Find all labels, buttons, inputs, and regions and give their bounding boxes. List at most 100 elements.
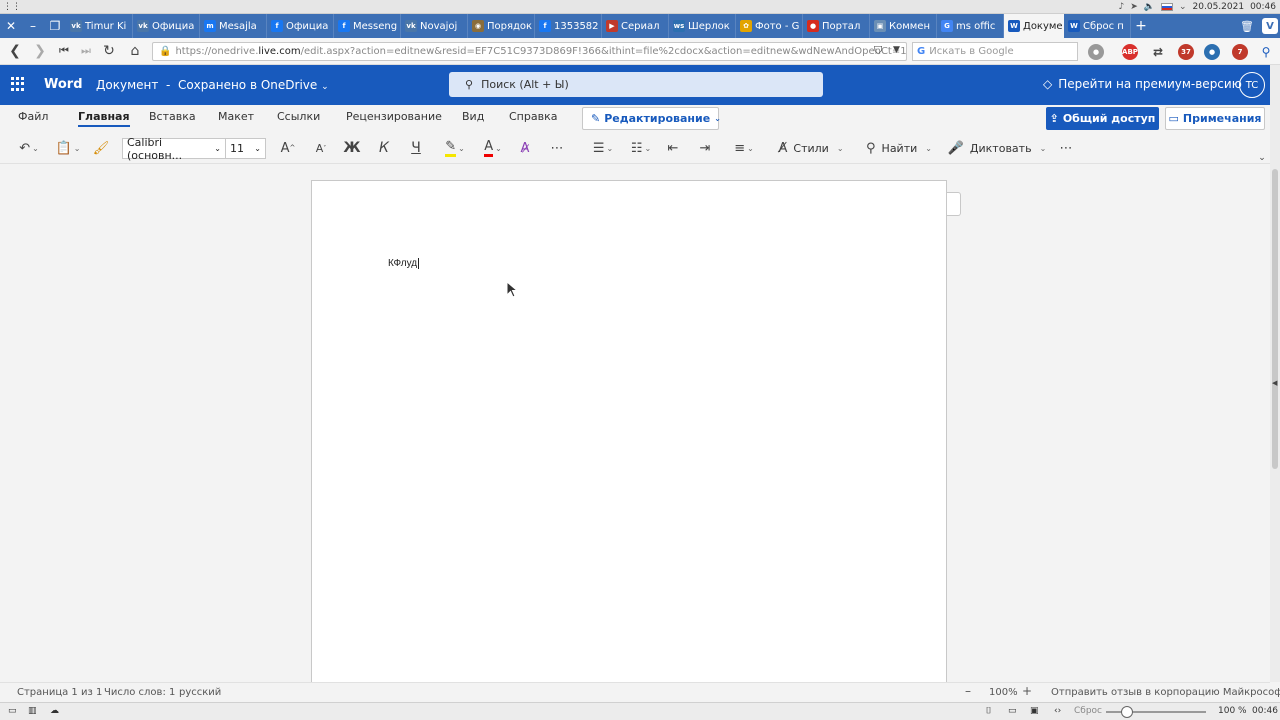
tab-references[interactable]: Ссылки — [277, 110, 320, 123]
camera-icon[interactable]: ⌷ — [986, 706, 991, 716]
language-flag-icon[interactable] — [1160, 3, 1173, 11]
zoom-out-icon[interactable]: – — [965, 684, 971, 698]
vivaldi-menu-icon[interactable]: V — [1262, 18, 1278, 34]
app-name[interactable]: Word — [44, 77, 83, 92]
browser-tab[interactable]: m Mesajla — [200, 14, 267, 38]
url-field[interactable]: 🔒 https://onedrive.live.com/edit.aspx?ac… — [152, 42, 907, 61]
browser-tab[interactable]: W Сброс п — [1064, 14, 1131, 38]
tab-home[interactable]: Главная — [78, 110, 130, 127]
grow-font-icon[interactable]: A ^ — [279, 138, 297, 158]
browser-tab[interactable]: ▶ Сериал — [602, 14, 669, 38]
feedback-link[interactable]: Отправить отзыв в корпорацию Майкрософт — [1051, 687, 1280, 698]
editing-mode-button[interactable]: ✎ Редактирование ⌄ — [582, 107, 721, 130]
tab-review[interactable]: Рецензирование — [346, 110, 442, 123]
font-color-button[interactable]: A ⌄ — [478, 138, 508, 158]
rewind-icon[interactable]: ⏮ — [53, 40, 75, 62]
align-button[interactable]: ≡ ⌄ — [729, 138, 759, 158]
trash-icon[interactable]: 🗑 — [1240, 20, 1254, 33]
minimize-window-icon[interactable]: – — [22, 14, 44, 38]
zoom-reset-label[interactable]: Сброс — [1074, 706, 1102, 716]
bold-button[interactable]: Ж — [343, 138, 361, 158]
restore-window-icon[interactable]: ❐ — [44, 14, 66, 38]
window-icon[interactable]: ▭ — [1008, 706, 1017, 716]
paste-button[interactable]: 📋 ⌄ — [53, 138, 83, 158]
increase-indent-icon[interactable]: ⇥ — [696, 138, 714, 158]
fastforward-icon[interactable]: ⏭ — [75, 40, 97, 62]
bullets-button[interactable]: ☰ ⌄ — [588, 138, 618, 158]
google-search-field[interactable]: G Искать в Google — [912, 42, 1078, 61]
browser-tab[interactable]: ▣ Коммен — [870, 14, 937, 38]
underline-button[interactable]: Ч — [407, 138, 425, 158]
vertical-scrollbar[interactable]: ◀ — [1270, 65, 1280, 682]
browser-tab[interactable]: vk Официа — [133, 14, 200, 38]
browser-tab[interactable]: ● Портал — [803, 14, 870, 38]
tab-view[interactable]: Вид — [462, 110, 484, 123]
tiling-icon[interactable]: ▥ — [28, 706, 37, 716]
share-button[interactable]: ⇪ Общий доступ — [1046, 107, 1159, 130]
font-name-select[interactable]: Calibri (основн... ⌄ — [122, 136, 226, 162]
home-icon[interactable]: ⌂ — [124, 40, 146, 62]
decrease-indent-icon[interactable]: ⇤ — [664, 138, 682, 158]
more-options-icon[interactable]: ⋯ — [548, 138, 566, 158]
adblock-icon[interactable]: ABP — [1122, 44, 1138, 60]
bell-icon[interactable]: ♪ — [1118, 2, 1124, 12]
browser-tab[interactable]: Gms offic — [937, 14, 1004, 38]
browser-tab[interactable]: ◉ Порядок — [468, 14, 535, 38]
send-icon[interactable]: ➤ — [1130, 2, 1138, 12]
find-button[interactable]: ⚲ Найти ⌄ — [862, 138, 936, 158]
browser-tab[interactable]: f Официа — [267, 14, 334, 38]
toolbar-more-icon[interactable]: ⋯ — [1057, 138, 1075, 158]
chevron-down-icon[interactable]: ⌄ — [1179, 2, 1187, 12]
comments-button[interactable]: ▭ Примечания — [1165, 107, 1265, 130]
share-ext-icon[interactable]: ⇄ — [1150, 44, 1166, 60]
reload-icon[interactable]: ↻ — [98, 40, 120, 62]
bookmark-icon[interactable]: ⛉ — [874, 44, 882, 58]
shrink-font-icon[interactable]: A ˅ — [312, 138, 330, 158]
zoom-slider-knob[interactable] — [1121, 706, 1133, 718]
browser-tab[interactable]: ✿ Фото - G — [736, 14, 803, 38]
document-page[interactable]: КФлуд — [311, 180, 947, 682]
styles-button[interactable]: A̸ Стили ⌄ — [775, 138, 847, 158]
browser-tab[interactable]: ws Шерлок — [669, 14, 736, 38]
browser-tab[interactable]: f 1353582 — [535, 14, 602, 38]
browser-tab[interactable]: WДокумен — [1004, 14, 1064, 38]
premium-link[interactable]: ◇ Перейти на премиум-версию — [1043, 77, 1242, 91]
tab-file[interactable]: Файл — [18, 110, 48, 123]
app-launcher-icon[interactable] — [11, 77, 25, 91]
forward-icon[interactable]: ❯ — [29, 40, 51, 62]
tab-insert[interactable]: Вставка — [149, 110, 196, 123]
zoom-level[interactable]: 100% — [989, 687, 1018, 698]
browser-tab[interactable]: f Messeng — [334, 14, 401, 38]
italic-button[interactable]: К — [375, 138, 393, 158]
page-side-tab[interactable] — [947, 192, 961, 216]
panel-toggle-icon[interactable]: ▭ — [8, 706, 17, 716]
format-painter-icon[interactable]: 🖌 — [92, 138, 110, 158]
document-text[interactable]: КФлуд — [388, 258, 420, 269]
language-status[interactable]: русский — [179, 687, 221, 698]
browser-tab[interactable]: vk Novajoj — [401, 14, 468, 38]
clear-formatting-icon[interactable]: A̷ — [516, 138, 534, 158]
image-icon[interactable]: ▣ — [1030, 706, 1039, 716]
apps-grid-icon[interactable]: ⋮⋮ — [3, 2, 21, 12]
volume-icon[interactable]: 🔈 — [1144, 2, 1155, 12]
undo-button[interactable]: ↶ ⌄ — [14, 138, 44, 158]
translate-icon[interactable]: ⚲ — [1258, 44, 1274, 60]
sync-cloud-icon[interactable]: ☁ — [50, 706, 59, 716]
scroll-left-arrow-icon[interactable]: ◀ — [1272, 379, 1277, 387]
code-icon[interactable]: ‹› — [1054, 706, 1061, 716]
word-search-box[interactable]: ⚲ Поиск (Alt + Ы) — [449, 72, 823, 97]
zoom-in-icon[interactable]: + — [1022, 684, 1032, 698]
scrollbar-thumb[interactable] — [1272, 169, 1278, 469]
extension-badge-icon[interactable]: 37 — [1178, 44, 1194, 60]
browser-tab[interactable]: vk Timur Ki — [66, 14, 133, 38]
tab-help[interactable]: Справка — [509, 110, 557, 123]
font-size-select[interactable]: 11 ⌄ — [225, 138, 266, 159]
doc-title-status[interactable]: Документ - Сохранено в OneDrive ⌄ — [96, 78, 329, 92]
numbering-button[interactable]: ☷ ⌄ — [626, 138, 656, 158]
address-dropdown-icon[interactable]: ▼ — [893, 45, 900, 55]
profile-icon[interactable]: ● — [1088, 44, 1104, 60]
dictate-button[interactable]: 🎤 Диктовать ⌄ — [948, 138, 1047, 158]
highlight-button[interactable]: ✎ ⌄ — [440, 138, 470, 158]
tab-layout[interactable]: Макет — [218, 110, 254, 123]
close-window-icon[interactable]: ✕ — [0, 14, 22, 38]
